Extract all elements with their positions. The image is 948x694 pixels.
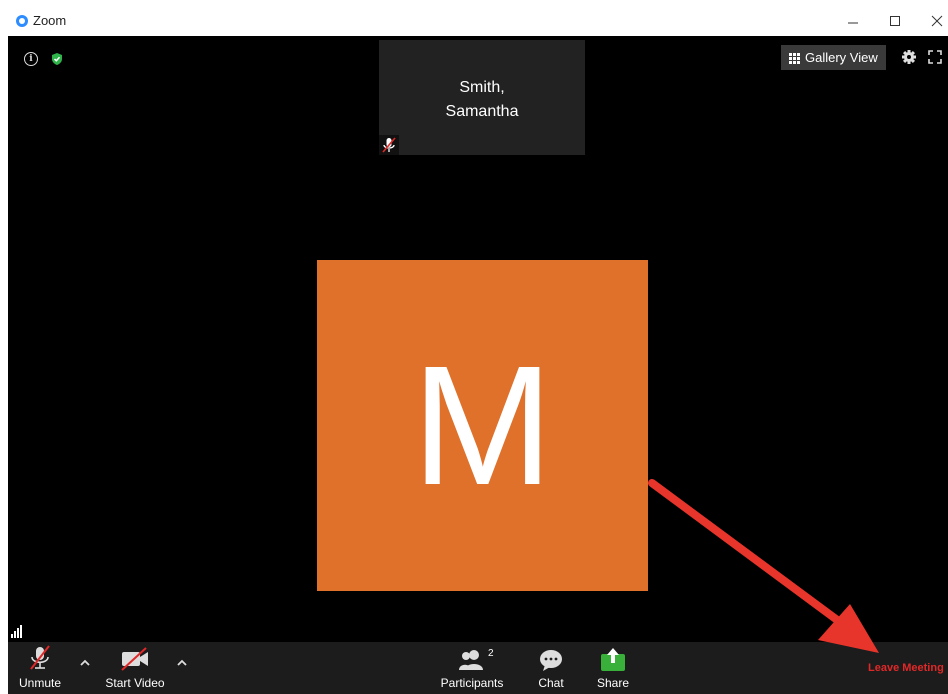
participants-button[interactable]: Participants — [436, 642, 508, 694]
avatar-initial: M — [411, 330, 554, 521]
zoom-logo-icon — [16, 15, 28, 27]
start-video-button[interactable]: Start Video — [100, 642, 170, 694]
gallery-view-label: Gallery View — [805, 50, 878, 65]
fullscreen-icon[interactable] — [928, 50, 942, 64]
signal-strength-icon — [11, 625, 22, 638]
close-icon — [931, 15, 943, 27]
close-button[interactable] — [922, 10, 948, 32]
start-video-label: Start Video — [105, 676, 165, 690]
minimize-button[interactable] — [838, 10, 868, 32]
minimize-icon — [848, 22, 858, 24]
participants-label: Participants — [440, 676, 504, 690]
participant-thumbnail[interactable]: Smith, Samantha — [379, 40, 585, 155]
chevron-up-icon[interactable] — [78, 656, 92, 670]
meeting-view: i Smith, Samantha Gallery View M — [8, 36, 948, 642]
chat-icon — [540, 650, 562, 671]
mic-muted-icon — [30, 645, 50, 670]
mic-muted-icon — [382, 137, 396, 153]
participants-icon — [459, 650, 483, 670]
gear-icon[interactable] — [901, 49, 917, 65]
chat-button[interactable]: Chat — [531, 642, 571, 694]
share-button[interactable]: Share — [593, 642, 633, 694]
info-icon[interactable]: i — [24, 52, 38, 66]
maximize-button[interactable] — [880, 10, 910, 32]
share-label: Share — [596, 676, 630, 690]
chevron-up-icon[interactable] — [175, 656, 189, 670]
leave-meeting-button[interactable]: Leave Meeting — [868, 662, 944, 674]
participant-avatar: M — [317, 260, 648, 591]
chat-label: Chat — [538, 676, 564, 690]
unmute-label: Unmute — [18, 676, 62, 690]
share-screen-icon — [601, 648, 625, 671]
title-bar: Zoom — [8, 6, 948, 37]
shield-check-icon[interactable] — [50, 52, 64, 66]
mic-muted-status — [379, 135, 399, 155]
unmute-button[interactable]: Unmute — [16, 642, 64, 694]
window-title: Zoom — [33, 13, 67, 28]
grid-icon — [789, 52, 800, 64]
thumbnail-name-line1: Smith, — [459, 79, 505, 96]
thumbnail-name-line2: Samantha — [445, 103, 519, 120]
video-off-icon — [121, 647, 148, 671]
maximize-icon — [890, 16, 900, 26]
meeting-toolbar: Unmute Start Video Participants 2 Chat S… — [8, 642, 948, 694]
gallery-view-button[interactable]: Gallery View — [781, 45, 886, 70]
participants-count-badge: 2 — [488, 648, 494, 659]
